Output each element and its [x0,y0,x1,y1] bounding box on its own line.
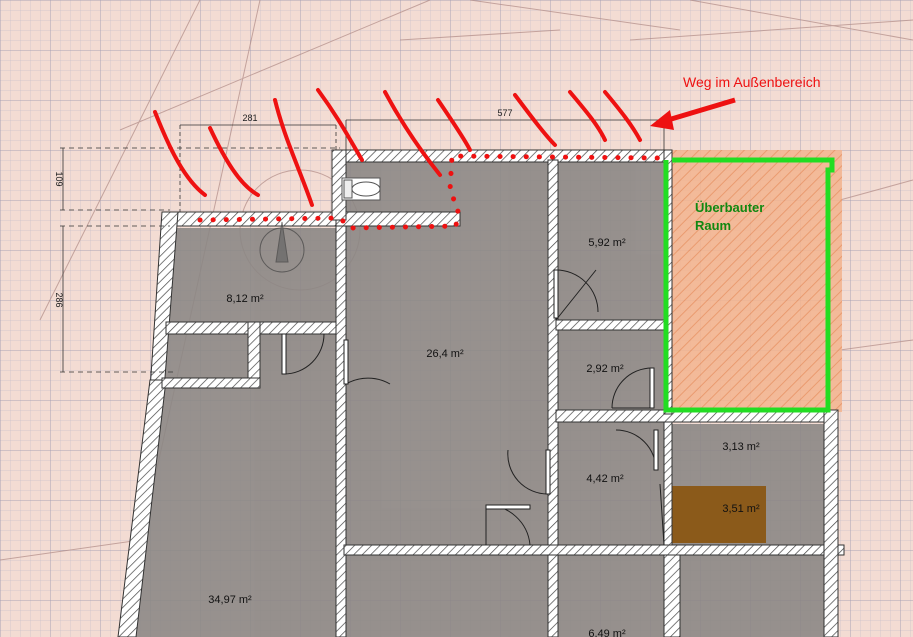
dimension-side-lower: 286 [54,292,64,307]
overbuilt-label-line2: Raum [695,218,731,233]
overbuilt-label-line1: Überbauter [695,200,764,215]
wc-fixture [341,177,381,201]
room-area-label: 6,49 m² [588,628,626,637]
dimension-top-left: 281 [242,113,257,123]
room-area-label: 34,97 m² [208,594,252,606]
overbuilt-zone-fill [672,150,842,412]
room-area-label: 26,4 m² [426,348,464,360]
room-area-label: 3,51 m² [722,503,760,515]
dimension-top-right: 577 [497,108,512,118]
room-area-label: 8,12 m² [226,293,264,305]
room-area-label: 5,92 m² [588,237,626,249]
room-area-label: 4,42 m² [586,473,624,485]
room-area-label: 3,13 m² [722,441,760,453]
room-area-label: 2,92 m² [586,363,624,375]
outdoor-path-label: Weg im Außenbereich [683,74,820,90]
floor-plan: 281 577 109 286 Weg im Außenbereich Über… [0,0,913,637]
dimension-side-upper: 109 [54,171,64,186]
